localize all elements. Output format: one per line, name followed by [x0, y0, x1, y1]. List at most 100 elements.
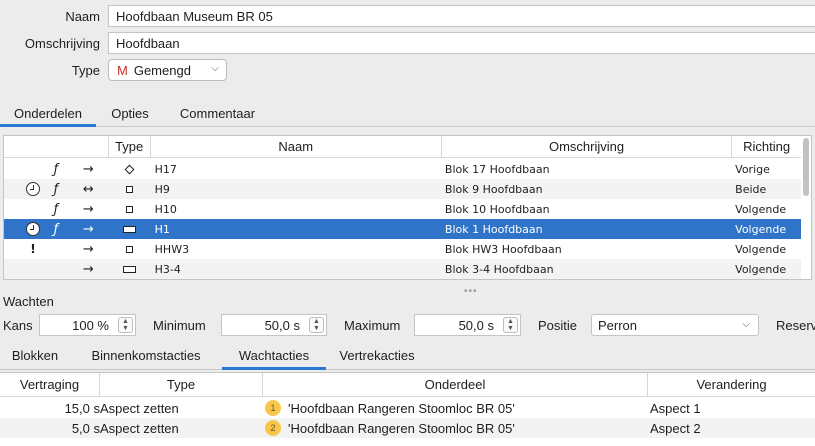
block-square-icon — [126, 205, 134, 213]
table-row[interactable]: ƒ → H17 Blok 17 Hoofdbaan Vorige — [4, 159, 801, 179]
onderdelen-table: Type Naam Omschrijving Richting ƒ → H17 Blo… — [3, 135, 812, 280]
positie-label: Positie — [538, 318, 578, 333]
stepper-arrows-icon[interactable]: ▲ ▼ — [118, 317, 133, 333]
table-row[interactable]: ! → HHW3 Blok HW3 Hoofdbaan Volgende — [4, 239, 801, 259]
col-verandering[interactable]: Verandering — [648, 373, 815, 396]
row-omschrijving: Blok 1 Hoofdbaan — [444, 222, 543, 236]
row-onderdeel: 'Hoofdbaan Rangeren Stoomloc BR 05' — [288, 420, 515, 436]
col-naam[interactable]: Naam — [151, 136, 442, 157]
direction-arrow-icon: → — [82, 201, 94, 217]
row-omschrijving: Blok HW3 Hoofdbaan — [444, 242, 562, 256]
row-omschrijving: Blok 3-4 Hoofdbaan — [444, 262, 554, 276]
kans-stepper[interactable]: 100 % ▲ ▼ — [39, 314, 136, 336]
order-badge: 1 — [265, 400, 281, 416]
minimum-label: Minimum — [153, 318, 206, 333]
row-naam: H10 — [154, 202, 177, 216]
mixed-type-icon: M — [117, 62, 128, 78]
type-label: Type — [71, 63, 100, 78]
chevron-down-icon: ⌵ — [211, 63, 219, 74]
row-type: Aspect zetten — [100, 400, 179, 416]
function-icon — [44, 259, 68, 279]
naam-field[interactable]: Hoofdbaan Museum BR 05 — [108, 5, 815, 27]
minimum-stepper[interactable]: 50,0 s ▲ ▼ — [221, 314, 327, 336]
tab-blokken[interactable]: Blokken — [0, 342, 70, 369]
direction-arrow-icon: → — [82, 161, 94, 177]
table-row[interactable]: ƒ → H1 Blok 1 Hoofdbaan Volgende — [4, 219, 801, 239]
wachten-title: Wachten — [3, 294, 54, 309]
splitter-handle[interactable]: ••• — [464, 286, 478, 297]
row-onderdeel: 'Hoofdbaan Rangeren Stoomloc BR 05' — [288, 400, 515, 416]
clock-icon — [25, 222, 40, 236]
reserv-label: Reserv — [776, 318, 815, 333]
direction-arrow-icon: → — [82, 241, 94, 257]
naam-label: Naam — [65, 9, 100, 24]
row-naam: H3-4 — [154, 262, 181, 276]
col-type[interactable]: Type — [100, 373, 263, 396]
row-omschrijving: Blok 9 Hoofdbaan — [444, 182, 543, 196]
table-scrollbar[interactable] — [803, 138, 809, 196]
direction-arrow-icon: ↔ — [82, 181, 94, 197]
minimum-value: 50,0 s — [264, 317, 300, 333]
signal-diamond-icon — [124, 164, 135, 174]
table-row[interactable]: ƒ → H10 Blok 10 Hoofdbaan Volgende — [4, 199, 801, 219]
table-row[interactable]: → H3-4 Blok 3-4 Hoofdbaan Volgende — [4, 259, 801, 279]
maximum-value: 50,0 s — [458, 317, 494, 333]
stepper-arrows-icon[interactable]: ▲ ▼ — [503, 317, 518, 333]
type-select[interactable]: M Gemengd ⌵ — [108, 59, 227, 81]
row-vertraging: 5,0 s — [71, 420, 100, 436]
col-onderdeel[interactable]: Onderdeel — [263, 373, 648, 396]
tab-wachtacties[interactable]: Wachtacties — [222, 342, 326, 370]
kans-label: Kans — [3, 318, 33, 333]
row-richting: Beide — [735, 182, 767, 196]
row-verandering: Aspect 1 — [650, 400, 701, 416]
table-row[interactable]: 5,0 s Aspect zetten 2 'Hoofdbaan Rangeren S… — [0, 418, 815, 438]
main-tabbar: Onderdelen Opties Commentaar — [0, 101, 815, 127]
col-vertraging[interactable]: Vertraging — [0, 373, 100, 396]
row-naam: H17 — [154, 162, 177, 176]
row-naam: HHW3 — [154, 242, 190, 256]
actions-table-header: Vertraging Type Onderdeel Verandering — [0, 373, 815, 397]
direction-arrow-icon: → — [82, 261, 94, 277]
tab-commentaar[interactable]: Commentaar — [164, 101, 271, 126]
clock-icon — [25, 182, 40, 196]
row-omschrijving: Blok 17 Hoofdbaan — [444, 162, 550, 176]
row-richting: Volgende — [735, 262, 787, 276]
block-square-icon — [126, 185, 134, 193]
omschrijving-field[interactable]: Hoofdbaan — [108, 32, 815, 54]
maximum-stepper[interactable]: 50,0 s ▲ ▼ — [414, 314, 521, 336]
wachtacties-table: Vertraging Type Onderdeel Verandering 15… — [0, 372, 815, 446]
tab-vertrekacties[interactable]: Vertrekacties — [326, 342, 428, 369]
row-naam: H1 — [154, 222, 170, 236]
function-icon: ƒ — [53, 201, 59, 217]
row-verandering: Aspect 2 — [650, 420, 701, 436]
block-rect-icon — [123, 265, 137, 273]
function-icon: ƒ — [53, 221, 59, 237]
action-tabbar: Blokken Binnenkomstacties Wachtacties Ve… — [0, 342, 815, 370]
function-icon: ƒ — [53, 161, 59, 177]
col-richting[interactable]: Richting — [732, 136, 801, 157]
tab-opties[interactable]: Opties — [96, 101, 164, 126]
direction-arrow-icon: → — [82, 221, 94, 237]
row-omschrijving: Blok 10 Hoofdbaan — [444, 202, 550, 216]
type-value: Gemengd — [133, 62, 191, 78]
row-naam: H9 — [154, 182, 170, 196]
col-type[interactable]: Type — [109, 136, 151, 157]
table-row[interactable]: ƒ ↔ H9 Blok 9 Hoofdbaan Beide — [4, 179, 801, 199]
table-header: Type Naam Omschrijving Richting — [4, 136, 801, 158]
table-row[interactable]: 15,0 s Aspect zetten 1 'Hoofdbaan Rangeren … — [0, 398, 815, 418]
row-richting: Volgende — [735, 202, 787, 216]
tab-binnenkomstacties[interactable]: Binnenkomstacties — [70, 342, 222, 369]
row-richting: Vorige — [735, 162, 770, 176]
positie-select[interactable]: Perron ⌵ — [591, 314, 759, 336]
order-badge: 2 — [265, 420, 281, 436]
positie-value: Perron — [598, 317, 638, 333]
function-icon: ƒ — [53, 181, 59, 197]
maximum-label: Maximum — [344, 318, 401, 333]
row-vertraging: 15,0 s — [64, 400, 100, 416]
col-omschrijving[interactable]: Omschrijving — [442, 136, 733, 157]
stepper-arrows-icon[interactable]: ▲ ▼ — [309, 317, 324, 333]
omschrijving-label: Omschrijving — [24, 36, 100, 51]
row-richting: Volgende — [735, 242, 787, 256]
tab-onderdelen[interactable]: Onderdelen — [0, 101, 96, 127]
row-type: Aspect zetten — [100, 420, 179, 436]
